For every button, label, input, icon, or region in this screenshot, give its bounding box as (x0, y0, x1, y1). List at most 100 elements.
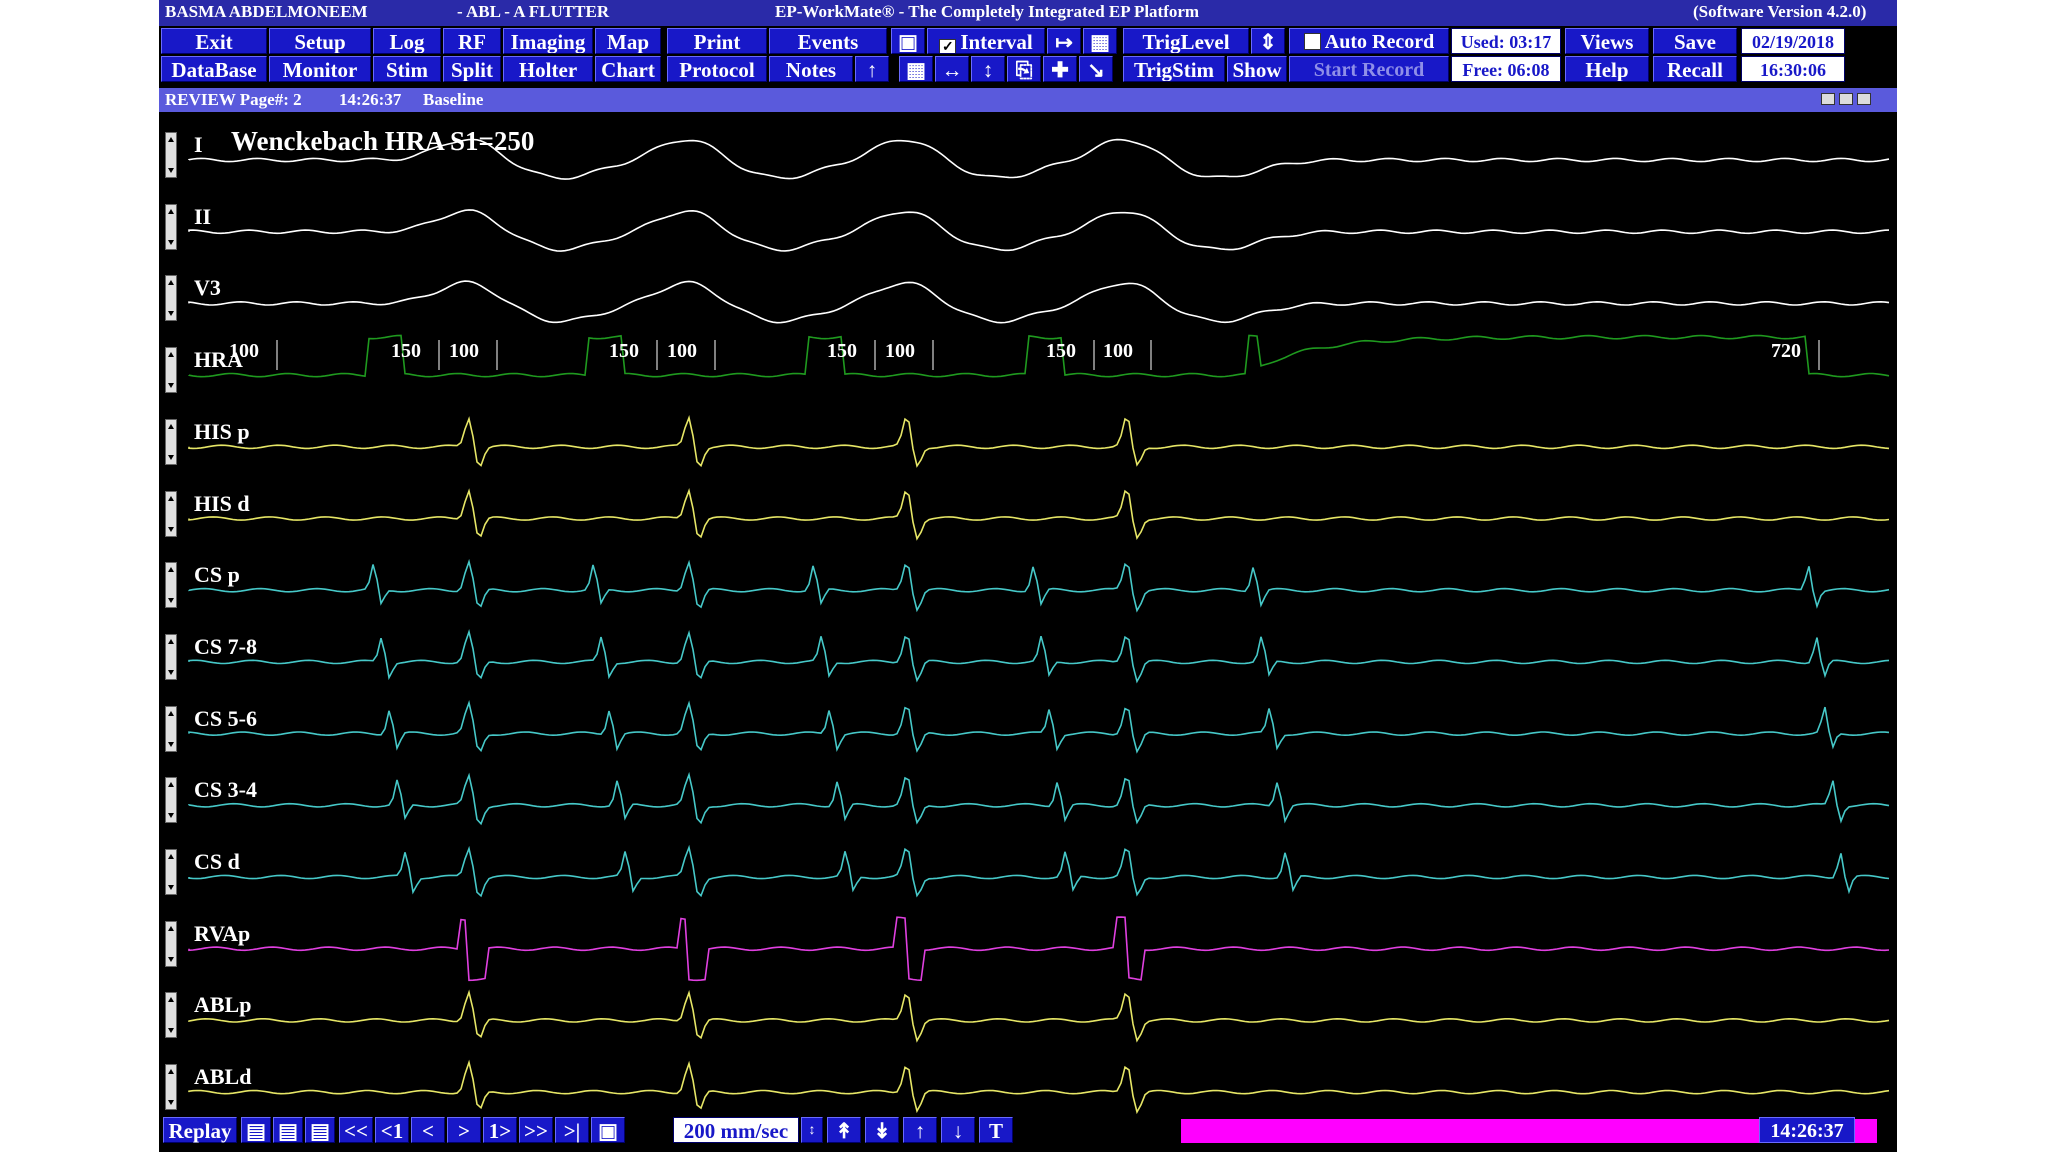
review-clock: 14:26:37 (1759, 1117, 1855, 1143)
tile-view-icon[interactable] (1821, 93, 1835, 105)
channel-scale-control[interactable] (165, 992, 177, 1039)
sweep-speed-field[interactable]: 200 mm/sec (673, 1117, 799, 1143)
nav-next-button[interactable]: > (447, 1117, 481, 1143)
channel-label: CS d (194, 849, 240, 874)
rf-button[interactable]: RF (443, 28, 501, 54)
database-button[interactable]: DataBase (161, 56, 267, 82)
show-button[interactable]: Show (1227, 56, 1287, 82)
imaging-button[interactable]: Imaging (503, 28, 593, 54)
nav-next-one-button[interactable]: 1> (483, 1117, 517, 1143)
trace-canvas (188, 138, 1890, 1115)
log-button[interactable]: Log (373, 28, 441, 54)
nav-first-button[interactable]: << (339, 1117, 373, 1143)
pin-icon[interactable]: ↑ (855, 56, 889, 82)
current-time: 16:30:06 (1741, 56, 1845, 82)
slope-icon[interactable]: ↘ (1079, 56, 1113, 82)
channel-label: CS 5-6 (194, 705, 257, 731)
march-caliper-icon[interactable]: ⎘ (1007, 56, 1041, 82)
hra-interval-value: 150 (827, 340, 857, 362)
software-version: (Software Version 4.2.0) (1693, 2, 1867, 21)
ep-trace-panel: Wenckebach HRA S1=250 I II V3 HRA HIS p HIS d… (159, 112, 1897, 1115)
events-button[interactable]: Events (769, 28, 887, 54)
page-list-icon[interactable]: ▤ (241, 1117, 271, 1143)
speed-stepper[interactable]: ↕ (801, 1117, 823, 1143)
split-view-icon[interactable] (1839, 93, 1853, 105)
replay-button[interactable]: Replay (163, 1117, 237, 1143)
interval-toggle[interactable]: ✓ Interval (927, 28, 1045, 54)
auto-record-checkbox[interactable] (1303, 33, 1321, 50)
interval-checkbox[interactable]: ✓ (939, 39, 957, 53)
channel-scale-control[interactable] (165, 562, 177, 609)
map-button[interactable]: Map (595, 28, 661, 54)
text-tool-icon[interactable]: T (979, 1117, 1013, 1143)
hra-interval-value: 100 (229, 340, 259, 362)
channel-label: CS p (194, 562, 240, 588)
exit-button[interactable]: Exit (161, 28, 267, 54)
setup-button[interactable]: Setup (269, 28, 371, 54)
triglevel-button[interactable]: TrigLevel (1123, 28, 1249, 54)
caliper-icon[interactable]: ↦ (1047, 28, 1081, 54)
gain-down-icon[interactable]: ↡ (865, 1117, 899, 1143)
channel-scale-control[interactable] (165, 633, 177, 680)
holter-button[interactable]: Holter (503, 56, 593, 82)
channel-scale-control[interactable] (165, 920, 177, 967)
channel-scale-control[interactable] (165, 777, 177, 824)
hra-interval-value: 150 (609, 340, 639, 362)
hra-interval-value: 100 (1103, 340, 1133, 362)
lock-icon[interactable]: ▣ (591, 1117, 625, 1143)
monitor-button[interactable]: Monitor (269, 56, 371, 82)
channel-scale-control[interactable] (165, 132, 177, 178)
move-down-icon[interactable]: ↓ (941, 1117, 975, 1143)
recall-button[interactable]: Recall (1653, 56, 1737, 82)
vertical-caliper-icon[interactable]: ↕ (971, 56, 1005, 82)
channel-scale-control[interactable] (165, 849, 177, 895)
notes-button[interactable]: Notes (769, 56, 853, 82)
restore-window-icon[interactable] (1857, 93, 1871, 105)
channel-scale-control[interactable] (165, 203, 177, 250)
chart-button[interactable]: Chart (595, 56, 661, 82)
stim-button[interactable]: Stim (373, 56, 441, 82)
vertical-adjust-icon[interactable]: ⇕ (1251, 28, 1285, 54)
save-button[interactable]: Save (1653, 28, 1737, 54)
grid-icon[interactable]: ▦ (899, 56, 933, 82)
ep-workmate-window: BASMA ABDELMONEEM - ABL - A FLUTTER EP-W… (159, 0, 1897, 1152)
views-button[interactable]: Views (1565, 28, 1649, 54)
column-grid-icon[interactable]: ▦ (1083, 28, 1117, 54)
page-stack-icon[interactable]: ▤ (273, 1117, 303, 1143)
page-flip-icon[interactable]: ▤ (305, 1117, 335, 1143)
review-status-bar: REVIEW Page#: 2 14:26:37 Baseline (159, 88, 1897, 112)
review-time: 14:26:37 (339, 90, 402, 109)
channel-scale-control[interactable] (165, 490, 177, 537)
study-name: - ABL - A FLUTTER (457, 2, 610, 21)
nav-prev-one-button[interactable]: <1 (375, 1117, 409, 1143)
cross-caliper-icon[interactable]: ✚ (1043, 56, 1077, 82)
app-title: EP-WorkMate® - The Completely Integrated… (775, 2, 1200, 21)
review-page: REVIEW Page#: 2 (165, 90, 302, 109)
nav-prev-button[interactable]: < (411, 1117, 445, 1143)
channel-label: CS 7-8 (194, 633, 257, 659)
channel-label: HIS d (194, 490, 250, 516)
move-up-icon[interactable]: ↑ (903, 1117, 937, 1143)
print-button[interactable]: Print (667, 28, 767, 54)
title-bar: BASMA ABDELMONEEM - ABL - A FLUTTER EP-W… (159, 0, 1897, 26)
horizontal-caliper-icon[interactable]: ↔ (935, 56, 969, 82)
channel-scale-control[interactable] (165, 418, 177, 465)
hra-interval-value: 100 (885, 340, 915, 362)
trigstim-button[interactable]: TrigStim (1123, 56, 1225, 82)
channel-label: ABLp (194, 992, 252, 1018)
start-record-button[interactable]: Start Record (1289, 56, 1449, 82)
channel-label: II (194, 203, 212, 229)
camera-icon[interactable]: ▣ (891, 28, 925, 54)
channel-trace (188, 488, 1890, 541)
channel-scale-control[interactable] (165, 1064, 177, 1111)
split-button[interactable]: Split (443, 56, 501, 82)
auto-record-toggle[interactable]: Auto Record (1289, 28, 1449, 54)
protocol-button[interactable]: Protocol (667, 56, 767, 82)
channel-scale-control[interactable] (165, 347, 177, 394)
channel-scale-control[interactable] (165, 705, 177, 752)
nav-end-button[interactable]: >| (555, 1117, 589, 1143)
help-button[interactable]: Help (1565, 56, 1649, 82)
channel-scale-control[interactable] (165, 275, 177, 322)
gain-up-icon[interactable]: ↟ (827, 1117, 861, 1143)
nav-last-button[interactable]: >> (519, 1117, 553, 1143)
